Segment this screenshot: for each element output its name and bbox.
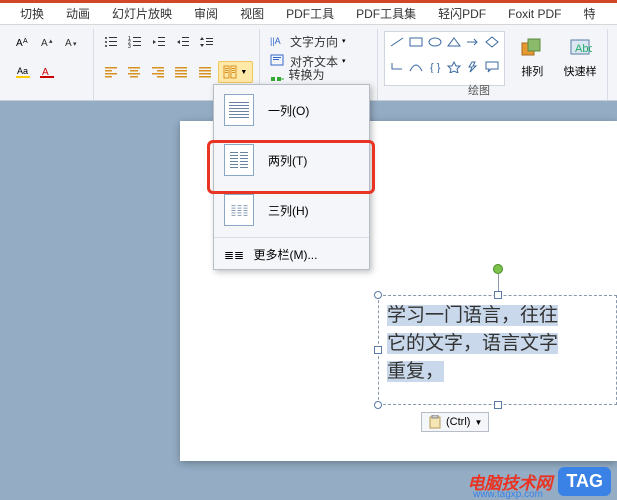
- svg-text:3: 3: [128, 44, 131, 49]
- tab-review[interactable]: 审阅: [184, 3, 228, 24]
- two-column-icon: [224, 144, 254, 176]
- svg-text:{ }: { }: [430, 62, 441, 73]
- textbox-content[interactable]: 学习一门语言，往往 它的文字，语言文字 重复，: [379, 296, 616, 392]
- drawing-group-label: 绘图: [468, 82, 490, 98]
- shape-elbow-icon[interactable]: [388, 60, 405, 74]
- tab-animation[interactable]: 动画: [56, 3, 100, 24]
- shape-lightning-icon[interactable]: [464, 60, 481, 74]
- font-color-icon[interactable]: A: [36, 61, 58, 83]
- shape-callout-icon[interactable]: [483, 60, 500, 74]
- font-size-spinner[interactable]: AA: [12, 31, 34, 53]
- tab-transition[interactable]: 切换: [10, 3, 54, 24]
- shape-curve-icon[interactable]: [407, 60, 424, 74]
- shapes-gallery[interactable]: { }: [384, 31, 505, 86]
- arrange-icon: [520, 37, 544, 61]
- svg-text:A: A: [41, 38, 48, 49]
- decrease-font-icon[interactable]: A▾: [60, 31, 82, 53]
- svg-text:A: A: [16, 38, 23, 49]
- chevron-down-icon: ▼: [474, 418, 482, 427]
- align-center-icon[interactable]: [124, 61, 146, 83]
- shape-brace-icon[interactable]: { }: [426, 60, 443, 74]
- shape-rect-icon[interactable]: [407, 35, 424, 49]
- tab-slideshow[interactable]: 幻灯片放映: [102, 3, 182, 24]
- svg-text:▾: ▾: [73, 41, 77, 48]
- align-justify-icon[interactable]: [171, 61, 193, 83]
- columns-one[interactable]: 一列(O): [214, 85, 369, 135]
- arrange-button[interactable]: 排列: [511, 31, 553, 85]
- svg-text:Abc: Abc: [575, 43, 592, 55]
- text-highlight-icon[interactable]: Aa: [12, 61, 34, 83]
- slide-textbox[interactable]: 学习一门语言，往往 它的文字，语言文字 重复， (Ctrl) ▼: [378, 295, 617, 405]
- align-distributed-icon[interactable]: [194, 61, 216, 83]
- shape-star-icon[interactable]: [445, 60, 462, 74]
- shape-line-icon[interactable]: [388, 35, 405, 49]
- one-column-icon: [224, 94, 254, 126]
- svg-text:A: A: [23, 38, 28, 45]
- chevron-down-icon: ▾: [342, 57, 346, 65]
- bullets-icon[interactable]: [100, 31, 122, 53]
- align-text-icon: [270, 54, 286, 68]
- resize-handle-nw[interactable]: [374, 291, 382, 299]
- columns-dropdown: 一列(O) 两列(T) 三列(H) ≣≣ 更多栏(M)...: [213, 84, 370, 270]
- text-direction-button[interactable]: ||A 文字方向 ▾: [266, 31, 371, 51]
- increase-indent-icon[interactable]: [172, 31, 194, 53]
- increase-font-icon[interactable]: A▴: [36, 31, 58, 53]
- svg-text:A: A: [65, 38, 72, 49]
- tab-pdf-toolkit[interactable]: PDF工具集: [346, 3, 426, 24]
- ribbon-tabs: 切换 动画 幻灯片放映 审阅 视图 PDF工具 PDF工具集 轻闪PDF Fox…: [0, 3, 617, 25]
- align-left-icon[interactable]: [100, 61, 122, 83]
- svg-text:||A: ||A: [270, 36, 281, 46]
- columns-more[interactable]: ≣≣ 更多栏(M)...: [214, 240, 369, 269]
- columns-three[interactable]: 三列(H): [214, 185, 369, 235]
- shape-diamond-icon[interactable]: [483, 35, 500, 49]
- resize-handle-w[interactable]: [374, 346, 382, 354]
- quick-style-icon: Abc: [568, 37, 592, 61]
- tab-pdf-tools[interactable]: PDF工具: [276, 3, 344, 24]
- align-right-icon[interactable]: [147, 61, 169, 83]
- resize-handle-sw[interactable]: [374, 401, 382, 409]
- svg-text:Aa: Aa: [17, 66, 28, 76]
- tab-extra[interactable]: 特: [573, 3, 605, 24]
- tab-view[interactable]: 视图: [230, 3, 274, 24]
- line-spacing-icon[interactable]: [196, 31, 218, 53]
- text-direction-icon: ||A: [270, 34, 286, 48]
- tab-foxit-pdf[interactable]: Foxit PDF: [498, 5, 571, 23]
- columns-button[interactable]: ▼: [218, 61, 253, 83]
- shape-oval-icon[interactable]: [426, 35, 443, 49]
- watermark: 电脑技术网 TAG: [467, 467, 611, 496]
- chevron-down-icon: ▼: [240, 69, 247, 76]
- quick-style-button[interactable]: Abc 快速样: [559, 31, 601, 85]
- paste-options-button[interactable]: (Ctrl) ▼: [421, 412, 489, 432]
- three-column-icon: [224, 194, 254, 226]
- resize-handle-n[interactable]: [494, 291, 502, 299]
- decrease-indent-icon[interactable]: [148, 31, 170, 53]
- chevron-down-icon: ▾: [342, 37, 346, 45]
- clipboard-icon: [428, 415, 442, 429]
- shape-triangle-icon[interactable]: [445, 35, 462, 49]
- rotate-handle[interactable]: [493, 264, 503, 274]
- svg-text:▴: ▴: [49, 38, 53, 45]
- resize-handle-s[interactable]: [494, 401, 502, 409]
- shape-arrow-icon[interactable]: [464, 35, 481, 49]
- numbering-icon[interactable]: 123: [124, 31, 146, 53]
- tab-lightpdf[interactable]: 轻闪PDF: [428, 3, 496, 24]
- columns-more-icon: ≣≣: [224, 248, 244, 262]
- columns-two[interactable]: 两列(T): [214, 135, 369, 185]
